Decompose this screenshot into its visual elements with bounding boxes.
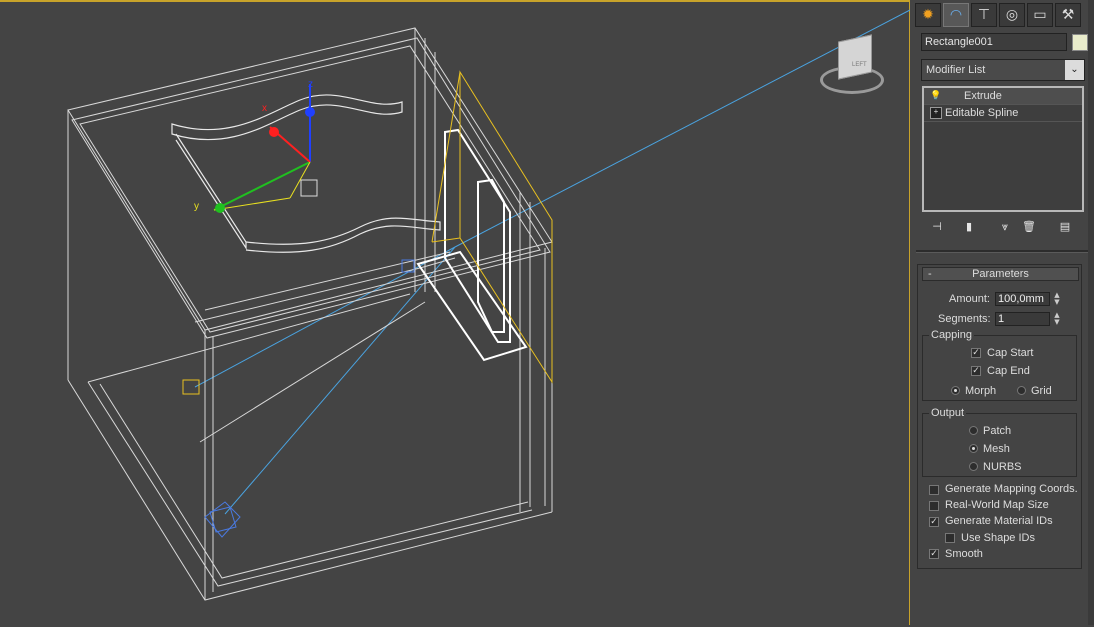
pin-stack-icon[interactable]: ⊣ [928, 218, 946, 236]
display-icon: ▭ [1033, 7, 1047, 23]
gizmo-z-label: z [308, 79, 313, 90]
gizmo-y-label: y [194, 201, 199, 212]
use-shape-ids-checkbox[interactable] [945, 533, 955, 543]
make-unique-icon[interactable]: ⩔ [996, 218, 1014, 236]
object-color-swatch[interactable] [1072, 34, 1088, 51]
segments-input[interactable]: 1 [995, 312, 1050, 326]
utilities-tab[interactable]: ⚒ [1055, 3, 1081, 27]
stack-toolbar: ⊣ ▮ ⩔ 🗑 ▤ [920, 218, 1086, 238]
amount-input[interactable]: 100,0mm [995, 292, 1050, 306]
motion-tab[interactable]: ◎ [999, 3, 1025, 27]
create-tab[interactable]: ✹ [915, 3, 941, 27]
mesh-label: Mesh [983, 443, 1010, 455]
cap-start-checkbox[interactable]: ✓ [971, 348, 981, 358]
smooth-label: Smooth [945, 548, 983, 560]
smooth-checkbox[interactable]: ✓ [929, 549, 939, 559]
real-world-map-label: Real-World Map Size [945, 499, 1049, 511]
segments-label: Segments: [938, 313, 991, 325]
morph-radio[interactable] [951, 386, 960, 395]
parameters-title: Parameters [972, 268, 1029, 280]
cap-end-checkbox[interactable]: ✓ [971, 366, 981, 376]
output-title: Output [929, 407, 967, 419]
scene-wireframe [67, 9, 910, 601]
display-tab[interactable]: ▭ [1027, 3, 1053, 27]
stack-item-editable-spline[interactable]: + Editable Spline [924, 105, 1082, 122]
viewcube-face-label: LEFT [852, 62, 867, 68]
amount-spinner[interactable]: ▲ ▼ [1053, 292, 1061, 306]
nurbs-radio[interactable] [969, 462, 978, 471]
gizmo-x-label: x [262, 103, 267, 114]
command-panel: ✹ ◠ ⊤ ◎ ▭ ⚒ Rectangle001 Modifier List ⌄… [912, 0, 1094, 625]
utilities-icon: ⚒ [1061, 7, 1075, 23]
stack-item-extrude[interactable]: 💡 Extrude [924, 88, 1082, 105]
grid-label: Grid [1031, 385, 1052, 397]
modifier-list-dropdown[interactable]: Modifier List ⌄ [921, 59, 1085, 81]
chevron-down-icon[interactable]: ⌄ [1065, 60, 1084, 80]
viewcube[interactable]: LEFT [820, 34, 890, 100]
modifier-list-label: Modifier List [926, 64, 986, 76]
generate-mapping-checkbox[interactable] [929, 485, 939, 495]
command-panel-tabs: ✹ ◠ ⊤ ◎ ▭ ⚒ [912, 0, 1094, 30]
collapse-icon: - [928, 268, 932, 280]
show-end-result-icon[interactable]: ▮ [960, 218, 978, 236]
mesh-radio[interactable] [969, 444, 978, 453]
plus-box-icon[interactable]: + [930, 107, 942, 119]
parameters-rollout-header[interactable]: - Parameters [922, 267, 1079, 281]
patch-radio[interactable] [969, 426, 978, 435]
amount-label: Amount: [949, 293, 990, 305]
generate-material-ids-label: Generate Material IDs [945, 515, 1053, 527]
object-name-field[interactable]: Rectangle001 [921, 33, 1067, 51]
remove-modifier-icon[interactable]: 🗑 [1020, 218, 1038, 236]
capping-group: Capping ✓ Cap Start ✓ Cap End Morph Grid [922, 329, 1077, 401]
use-shape-ids-label: Use Shape IDs [961, 532, 1035, 544]
lightbulb-icon[interactable]: 💡 [930, 90, 941, 100]
parameters-rollout: - Parameters Amount: 100,0mm ▲ ▼ Segments… [917, 264, 1082, 569]
generate-mapping-label: Generate Mapping Coords. [945, 483, 1078, 495]
create-icon: ✹ [922, 7, 934, 23]
generate-material-ids-checkbox[interactable]: ✓ [929, 517, 939, 527]
segments-spinner[interactable]: ▲ ▼ [1053, 312, 1061, 326]
modifier-stack[interactable]: 💡 Extrude + Editable Spline [922, 86, 1084, 212]
configure-modifier-sets-icon[interactable]: ▤ [1056, 218, 1074, 236]
panel-scrollbar[interactable] [1088, 0, 1094, 625]
viewcube-box[interactable] [838, 34, 872, 80]
stack-item-label: Extrude [964, 90, 1002, 102]
patch-label: Patch [983, 425, 1012, 437]
modify-tab[interactable]: ◠ [943, 3, 969, 27]
panel-divider [916, 250, 1088, 253]
stack-item-label: Editable Spline [945, 107, 1019, 119]
output-group: Output Patch Mesh NURBS [922, 407, 1077, 477]
nurbs-label: NURBS [983, 461, 1022, 473]
real-world-map-checkbox[interactable] [929, 501, 939, 511]
capping-title: Capping [929, 329, 974, 341]
modify-icon: ◠ [949, 7, 963, 23]
grid-radio[interactable] [1017, 386, 1026, 395]
motion-icon: ◎ [1005, 7, 1019, 23]
morph-label: Morph [965, 385, 997, 397]
perspective-viewport[interactable]: z x y LEFT [0, 0, 910, 625]
hierarchy-icon: ⊤ [977, 7, 991, 23]
cap-start-label: Cap Start [987, 347, 1034, 359]
cap-end-label: Cap End [987, 365, 1030, 377]
hierarchy-tab[interactable]: ⊤ [971, 3, 997, 27]
